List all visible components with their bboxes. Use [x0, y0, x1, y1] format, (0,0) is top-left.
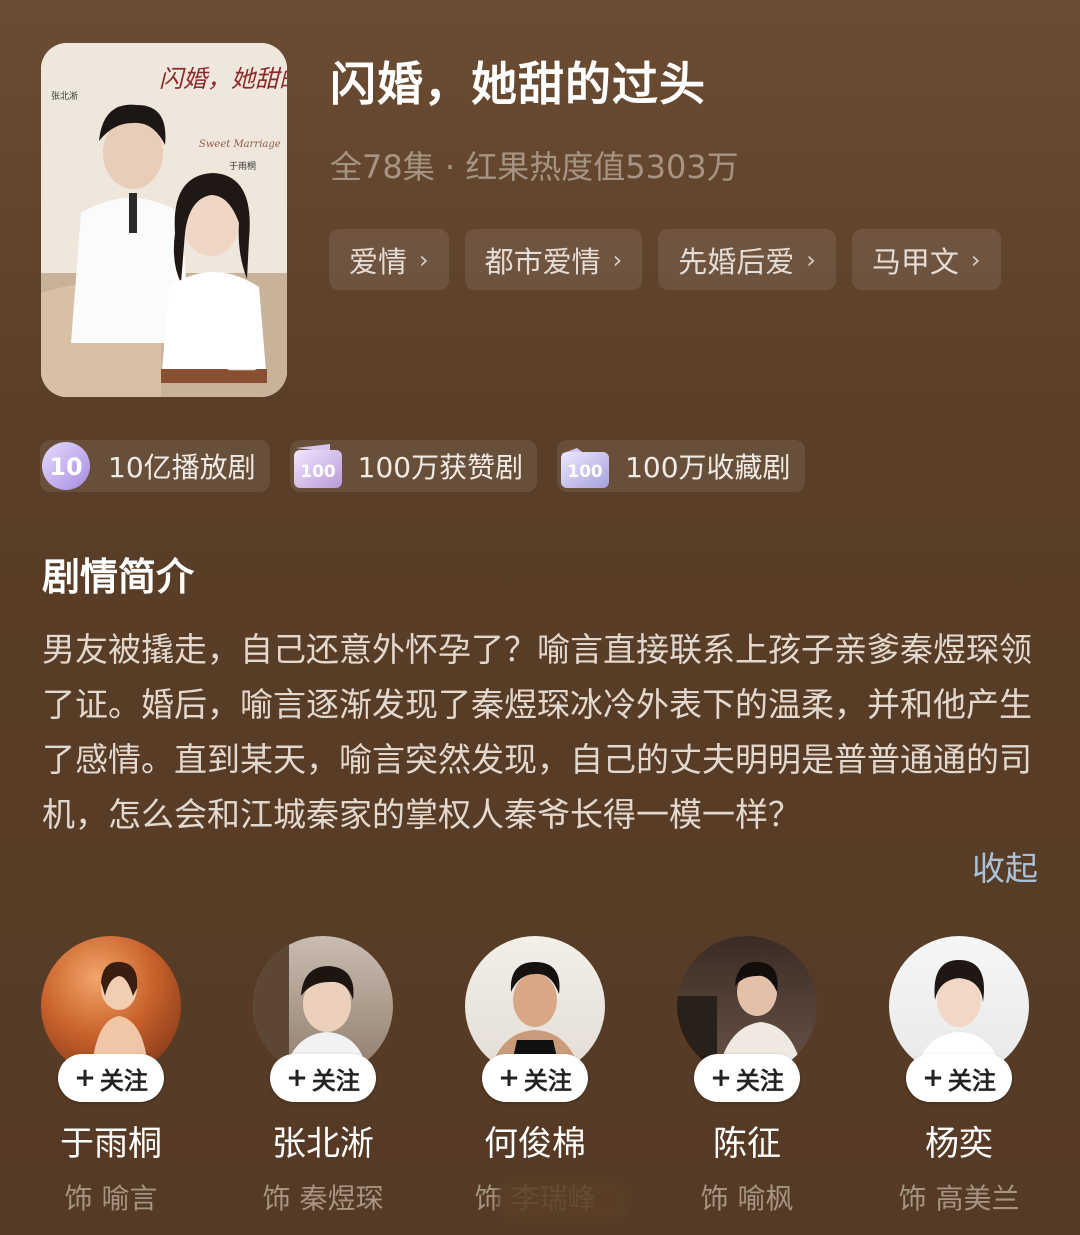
drama-title: 闪婚，她甜的过头	[330, 57, 706, 111]
tag-label: 马甲文	[871, 244, 959, 279]
actor-name: 杨奕	[925, 1124, 993, 1164]
follow-label: 关注	[99, 1066, 148, 1095]
badge-favorites[interactable]: 100 100万收藏剧	[557, 440, 805, 492]
poster-credit-right: 于雨桐	[229, 160, 256, 172]
follow-label: 关注	[735, 1066, 784, 1095]
actor-role: 饰 高美兰	[898, 1182, 1020, 1215]
achievement-badges: 10 10亿播放剧 100 100万获赞剧 100 100万收藏剧	[40, 440, 805, 492]
cast-member[interactable]: +关注 何俊棉 饰 李瑞峰	[429, 936, 641, 1217]
play-count-icon: 10	[40, 440, 96, 492]
chevron-right-icon: ›	[806, 245, 816, 274]
actor-role: 饰 喻枫	[700, 1182, 794, 1215]
genre-tags: 爱情 › 都市爱情 › 先婚后爱 › 马甲文 ›	[329, 229, 1001, 290]
badge-likes[interactable]: 100 100万获赞剧	[289, 440, 538, 492]
plus-icon: +	[498, 1063, 520, 1093]
cast-member[interactable]: + 关注 于雨桐 饰 喻言	[5, 936, 217, 1217]
plus-icon: +	[710, 1063, 732, 1093]
favorites-icon: 100	[557, 440, 613, 492]
follow-label: 关注	[947, 1066, 996, 1095]
svg-text:100: 100	[300, 462, 336, 482]
drama-poster[interactable]: 闪婚，她甜的过头 Sweet Marriage 张北淅 于雨桐	[41, 43, 287, 397]
likes-icon: 100	[290, 440, 346, 492]
plus-icon: +	[74, 1063, 96, 1093]
follow-label: 关注	[311, 1066, 360, 1095]
badge-play-count[interactable]: 10 10亿播放剧	[40, 440, 270, 492]
follow-button[interactable]: + 关注	[906, 1054, 1012, 1102]
watermark-overlay	[498, 1180, 628, 1222]
poster-credit-left: 张北淅	[51, 90, 78, 102]
poster-artwork: 闪婚，她甜的过头 Sweet Marriage 张北淅 于雨桐	[41, 43, 287, 397]
plus-icon: +	[286, 1063, 308, 1093]
synopsis-text: 男友被撬走，自己还意外怀孕了？喻言直接联系上孩子亲爹秦煜琛领了证。婚后，喻言逐渐…	[42, 630, 1032, 834]
badge-label: 100万收藏剧	[625, 451, 791, 484]
actor-name: 于雨桐	[60, 1124, 162, 1164]
actor-role: 饰 秦煜琛	[262, 1182, 384, 1215]
follow-button[interactable]: + 关注	[694, 1054, 800, 1102]
tag-label: 都市爱情	[484, 244, 601, 279]
tag-marriage-first[interactable]: 先婚后爱 ›	[658, 229, 836, 290]
actor-name: 张北淅	[272, 1124, 374, 1164]
tag-hidden-identity[interactable]: 马甲文 ›	[851, 229, 1001, 290]
actor-role: 饰 喻言	[64, 1182, 158, 1215]
cast-member[interactable]: + 关注 陈征 饰 喻枫	[641, 936, 853, 1217]
actor-name: 何俊棉	[484, 1124, 586, 1164]
tag-label: 先婚后爱	[678, 244, 795, 279]
cast-member[interactable]: + 关注 张北淅 饰 秦煜琛	[217, 936, 429, 1217]
drama-meta: 全78集 · 红果热度值5303万	[330, 148, 739, 186]
synopsis-heading: 剧情简介	[42, 555, 195, 599]
follow-button[interactable]: + 关注	[482, 1054, 588, 1102]
tag-label: 爱情	[349, 244, 408, 279]
plus-icon: +	[922, 1063, 944, 1093]
poster-title-art: 闪婚，她甜的过头	[159, 65, 287, 93]
follow-button[interactable]: + 关注	[58, 1054, 164, 1102]
follow-button[interactable]: + 关注	[270, 1054, 376, 1102]
chevron-right-icon: ›	[419, 245, 429, 274]
chevron-right-icon: ›	[970, 245, 981, 274]
badge-label: 10亿播放剧	[108, 451, 256, 484]
poster-subtitle-art: Sweet Marriage	[199, 139, 281, 150]
collapse-button[interactable]: 收起	[972, 842, 1038, 890]
chevron-right-icon: ›	[612, 245, 623, 274]
cast-member[interactable]: + 关注 杨奕 饰 高美兰	[853, 936, 1065, 1217]
badge-label: 100万获赞剧	[357, 451, 524, 484]
svg-text:100: 100	[567, 462, 603, 482]
tag-urban-romance[interactable]: 都市爱情 ›	[464, 229, 643, 290]
actor-name: 陈征	[713, 1124, 781, 1164]
follow-label: 关注	[523, 1066, 572, 1095]
svg-text:10: 10	[49, 453, 82, 481]
tag-romance[interactable]: 爱情 ›	[329, 229, 449, 290]
